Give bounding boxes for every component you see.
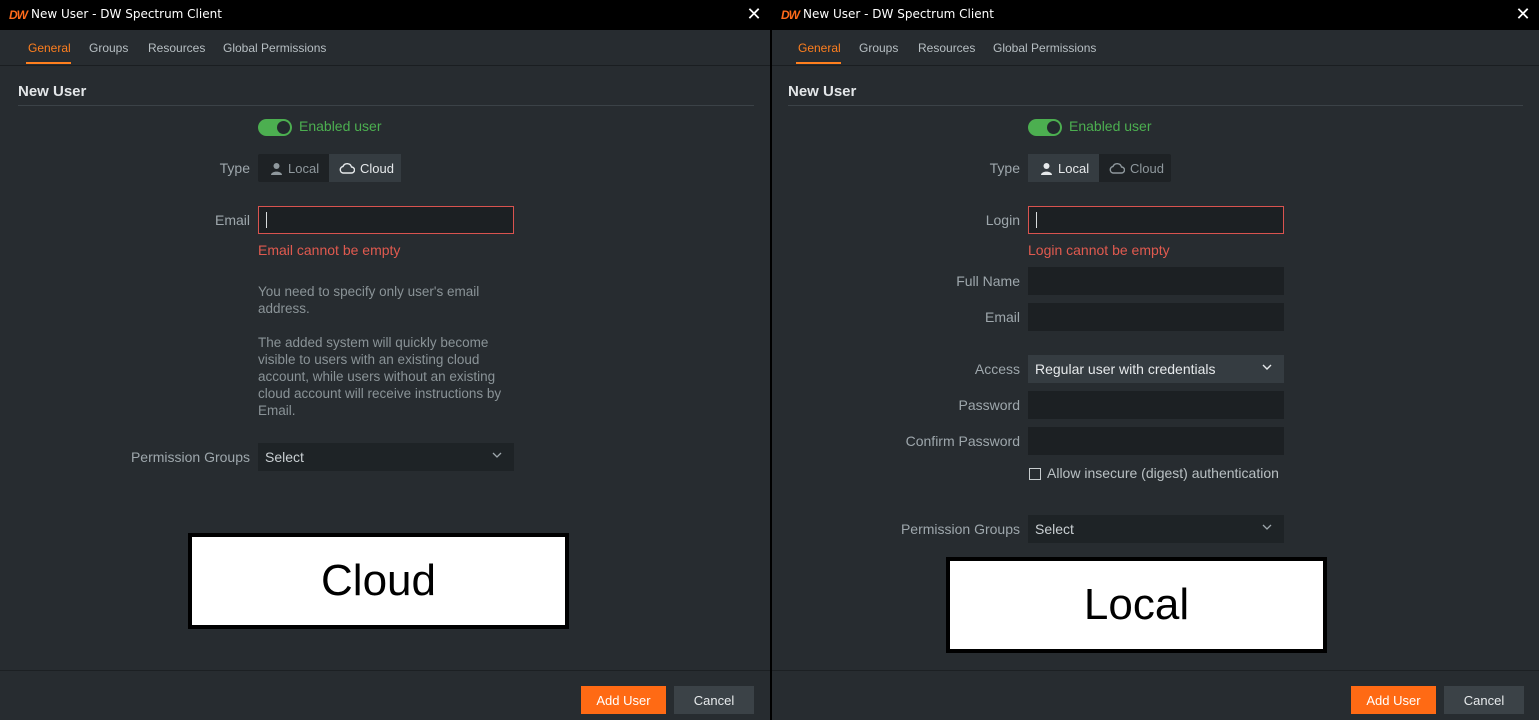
- add-user-button[interactable]: Add User: [581, 686, 666, 714]
- enabled-user-toggle[interactable]: [258, 119, 292, 136]
- permission-groups-select[interactable]: Select: [258, 443, 514, 471]
- email-label: Email: [984, 309, 1020, 325]
- login-error: Login cannot be empty: [1028, 242, 1170, 258]
- access-label: Access: [974, 361, 1020, 377]
- window-title: New User - DW Spectrum Client: [31, 7, 222, 21]
- email-label: Email: [214, 212, 250, 228]
- section-divider: [788, 105, 1523, 106]
- login-label: Login: [985, 212, 1020, 228]
- email-input-wrapper: [1028, 303, 1284, 331]
- permission-groups-label: Permission Groups: [900, 521, 1020, 537]
- add-user-button[interactable]: Add User: [1351, 686, 1436, 714]
- type-segmented-control: Local Cloud: [258, 154, 401, 182]
- tab-groups[interactable]: Groups: [89, 41, 128, 55]
- access-select[interactable]: Regular user with credentials: [1028, 355, 1284, 383]
- type-cloud-button[interactable]: Cloud: [329, 154, 401, 182]
- password-label: Password: [958, 397, 1020, 413]
- email-hint: You need to specify only user's email ad…: [258, 284, 480, 316]
- full-name-input[interactable]: [1029, 268, 1283, 294]
- tab-bar: General Groups Resources Global Permissi…: [772, 30, 1539, 66]
- type-local-label: Local: [1058, 160, 1090, 176]
- user-icon: [1041, 162, 1052, 175]
- tab-bar: General Groups Resources Global Permissi…: [0, 30, 770, 66]
- footer-divider: [0, 670, 770, 671]
- cloud-hint: The added system will quickly become vis…: [258, 335, 502, 418]
- full-name-label: Full Name: [956, 273, 1020, 289]
- user-icon: [271, 162, 282, 175]
- permission-groups-select[interactable]: Select: [1028, 515, 1284, 543]
- confirm-password-input[interactable]: [1029, 428, 1283, 454]
- access-value: Regular user with credentials: [1035, 361, 1216, 377]
- dw-logo: DW: [9, 8, 28, 22]
- confirm-password-input-wrapper: [1028, 427, 1284, 455]
- section-title: New User: [788, 83, 857, 100]
- type-label: Type: [989, 160, 1020, 176]
- text-caret: [266, 212, 267, 228]
- enabled-user-label: Enabled user: [299, 118, 382, 134]
- section-divider: [18, 105, 754, 106]
- password-input-wrapper: [1028, 391, 1284, 419]
- enabled-user-label: Enabled user: [1069, 118, 1152, 134]
- cloud-annotation-box: Cloud: [188, 533, 569, 629]
- cloud-icon: [339, 163, 355, 174]
- confirm-password-label: Confirm Password: [905, 433, 1020, 449]
- type-cloud-button[interactable]: Cloud: [1099, 154, 1171, 182]
- type-local-label: Local: [288, 160, 320, 176]
- chevron-down-icon: [1262, 524, 1272, 530]
- new-user-dialog-cloud: DW New User - DW Spectrum Client ✕ Gener…: [0, 0, 770, 720]
- permission-groups-label: Permission Groups: [130, 449, 250, 465]
- cancel-button[interactable]: Cancel: [674, 686, 754, 714]
- email-input-wrapper: [258, 206, 514, 234]
- dw-logo: DW: [781, 8, 800, 22]
- window-title: New User - DW Spectrum Client: [803, 7, 994, 21]
- chevron-down-icon: [1262, 364, 1272, 370]
- insecure-auth-label: Allow insecure (digest) authentication: [1047, 465, 1279, 481]
- tab-global-permissions[interactable]: Global Permissions: [223, 41, 326, 55]
- close-icon[interactable]: ✕: [1511, 3, 1535, 27]
- title-bar: DW New User - DW Spectrum Client ✕: [772, 0, 1539, 30]
- login-input[interactable]: [1029, 207, 1283, 233]
- type-local-button[interactable]: Local: [1028, 154, 1099, 182]
- cancel-button[interactable]: Cancel: [1444, 686, 1524, 714]
- section-title: New User: [18, 83, 87, 100]
- active-tab-indicator: [26, 62, 71, 64]
- tab-resources[interactable]: Resources: [148, 41, 205, 55]
- type-label: Type: [219, 160, 250, 176]
- chevron-down-icon: [492, 452, 502, 458]
- new-user-dialog-local: DW New User - DW Spectrum Client ✕ Gener…: [772, 0, 1539, 720]
- footer-divider: [772, 670, 1539, 671]
- email-error: Email cannot be empty: [258, 242, 401, 258]
- full-name-input-wrapper: [1028, 267, 1284, 295]
- type-cloud-label: Cloud: [1130, 160, 1164, 176]
- tab-groups[interactable]: Groups: [859, 41, 898, 55]
- email-input[interactable]: [1029, 304, 1283, 330]
- login-input-wrapper: [1028, 206, 1284, 234]
- close-icon[interactable]: ✕: [742, 3, 766, 27]
- text-caret: [1036, 212, 1037, 228]
- type-local-button[interactable]: Local: [258, 154, 329, 182]
- tab-general[interactable]: General: [28, 41, 71, 55]
- tab-resources[interactable]: Resources: [918, 41, 975, 55]
- permission-groups-value: Select: [1035, 521, 1074, 537]
- permission-groups-value: Select: [265, 449, 304, 465]
- type-cloud-label: Cloud: [360, 160, 394, 176]
- email-input[interactable]: [259, 207, 513, 233]
- active-tab-indicator: [796, 62, 841, 64]
- insecure-auth-checkbox[interactable]: [1029, 468, 1041, 480]
- password-input[interactable]: [1029, 392, 1283, 418]
- cloud-icon: [1109, 163, 1125, 174]
- tab-general[interactable]: General: [798, 41, 841, 55]
- tab-global-permissions[interactable]: Global Permissions: [993, 41, 1096, 55]
- type-segmented-control: Local Cloud: [1028, 154, 1171, 182]
- local-annotation-box: Local: [946, 557, 1327, 653]
- title-bar: DW New User - DW Spectrum Client ✕: [0, 0, 770, 30]
- enabled-user-toggle[interactable]: [1028, 119, 1062, 136]
